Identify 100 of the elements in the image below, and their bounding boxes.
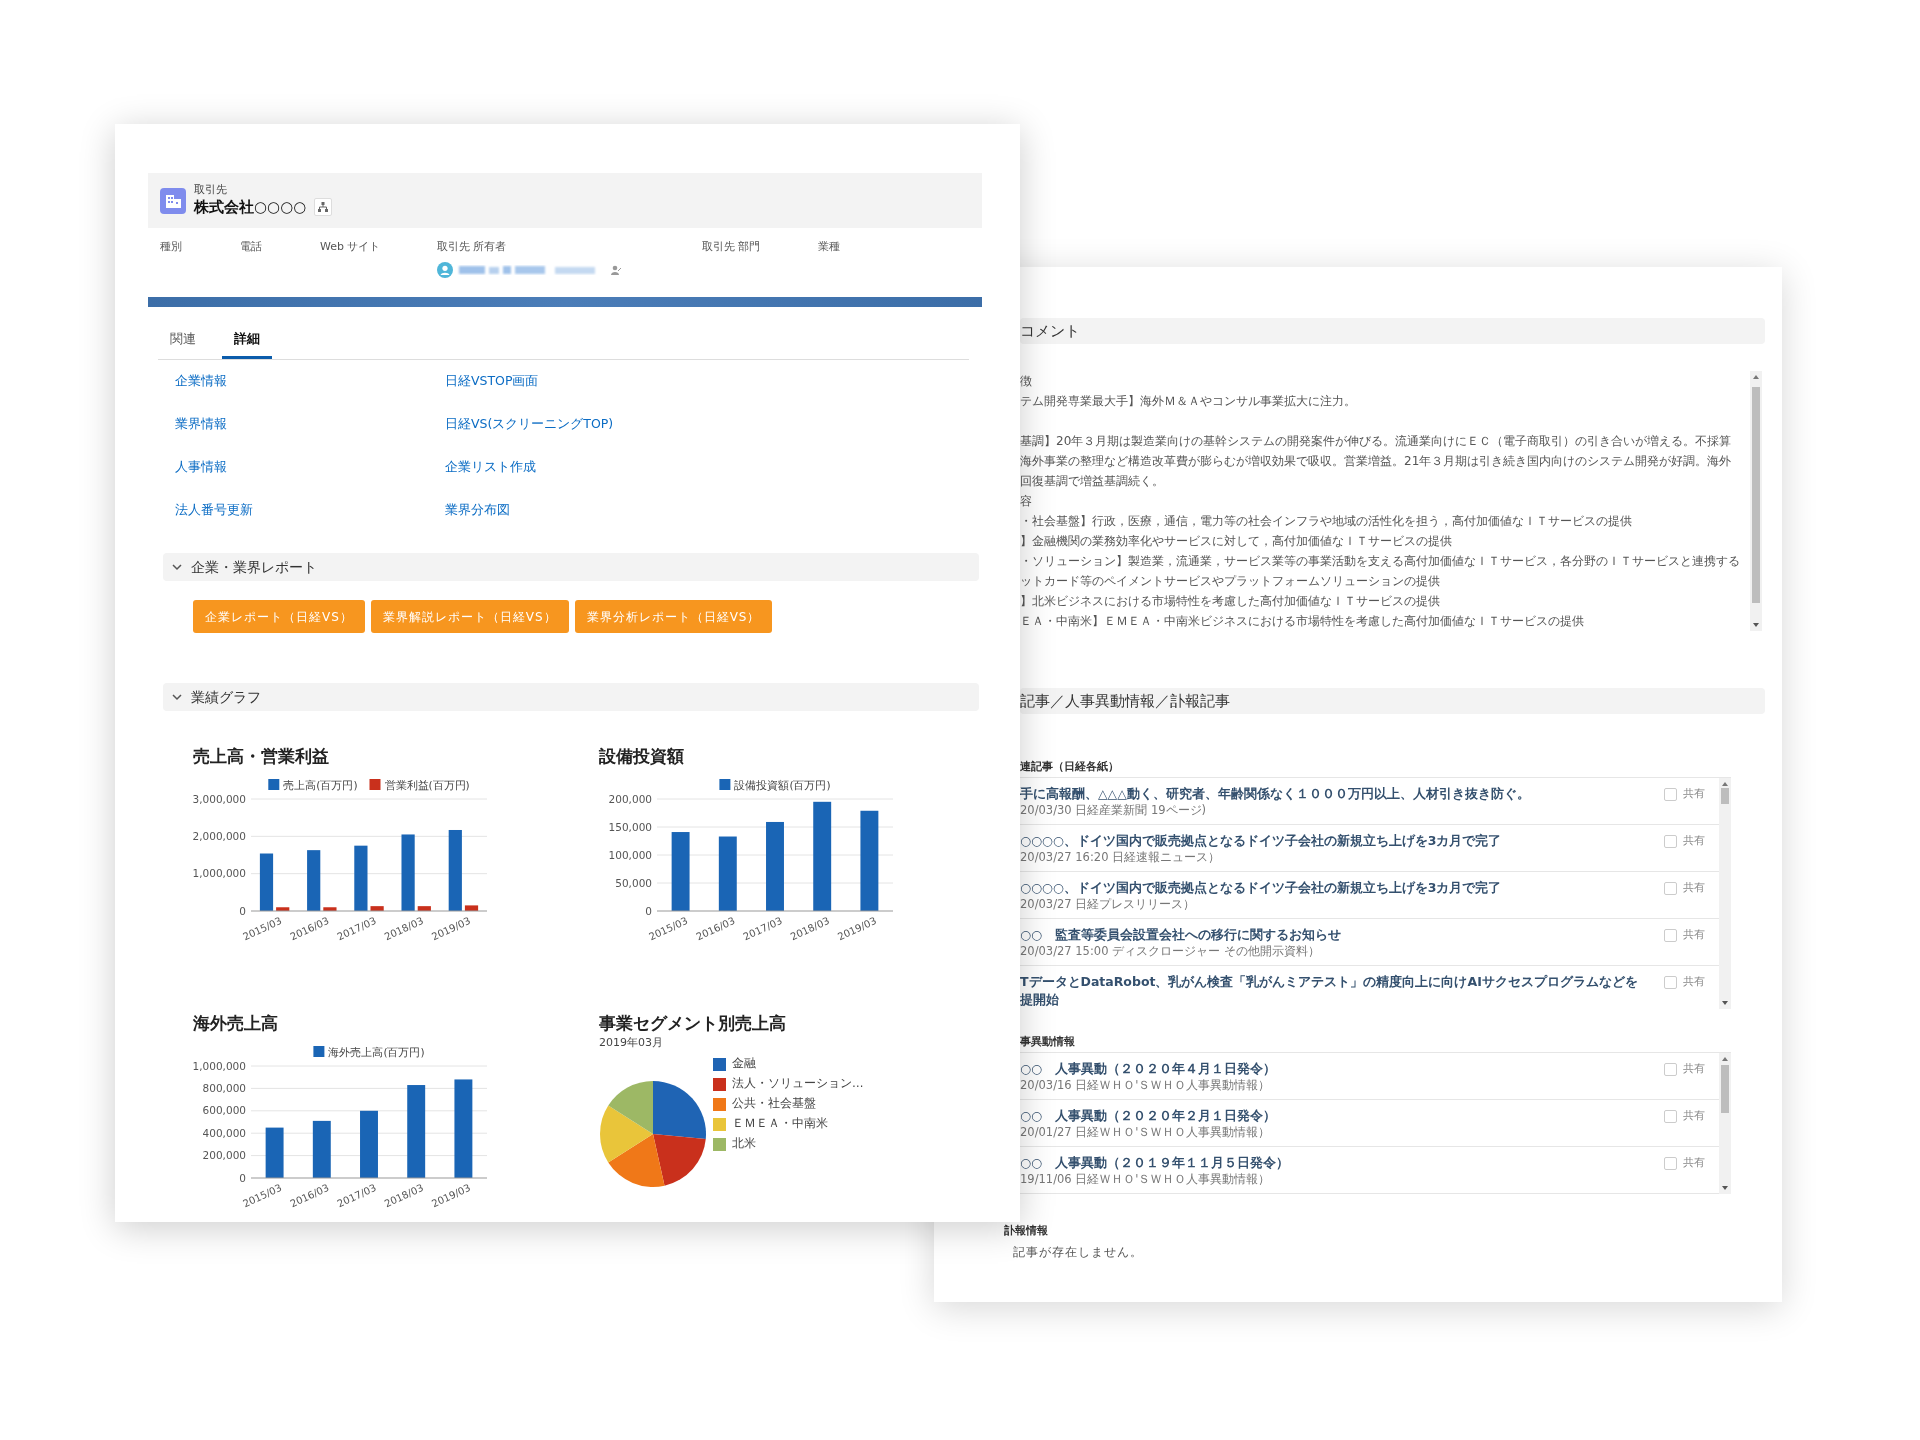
legend-label: 金融: [732, 1055, 756, 1073]
axis-label: 1,000,000: [193, 1059, 246, 1072]
article-link[interactable]: ○○ 人事異動（２０２０年２月１日発令）: [1020, 1107, 1650, 1125]
article-link[interactable]: ○○○○、ドイツ国内で販売拠点となるドイツ子会社の新規立ち上げを3カ月で完了: [1020, 879, 1650, 897]
comment-line: 基調】20年３月期は製造業向けの基幹システムの開発案件が伸びる。流通業向けにＥＣ（電子商取引）の引き合いが増える。不採算: [1020, 433, 1733, 450]
page-link[interactable]: 企業情報: [175, 372, 227, 391]
checkbox-label: 共有: [1683, 1107, 1705, 1124]
checkbox[interactable]: [1664, 881, 1677, 895]
page-link[interactable]: 人事情報: [175, 458, 227, 477]
comment-line: ・社会基盤】行政，医療，通信，電力等の社会インフラや地域の活性化を担う，高付加価値なＩＴサービスの提供: [1020, 513, 1633, 530]
hierarchy-button[interactable]: [314, 198, 333, 216]
checkbox[interactable]: [1664, 834, 1677, 848]
field-label: 電話: [240, 240, 263, 254]
chart-title: 事業セグメント別売上高: [599, 1012, 787, 1035]
bar: [323, 907, 337, 911]
bar: [312, 1120, 331, 1178]
axis-label: 0: [645, 904, 652, 917]
axis-label: 150,000: [608, 820, 652, 833]
comment-line: 徴: [1020, 373, 1033, 390]
bar: [265, 1127, 284, 1178]
axis-label: 1,000,000: [193, 867, 246, 880]
axis-label: 0: [239, 1171, 246, 1184]
chart-subtitle: 2019年03月: [599, 1036, 664, 1050]
article-source: 19/11/06 日経ＷＨＯ'ＳＷＨＯ人事異動情報）: [1020, 1172, 1272, 1186]
scrollbar[interactable]: [1719, 778, 1731, 1009]
axis-label: 2,000,000: [193, 829, 246, 842]
checkbox-label: 共有: [1683, 1154, 1705, 1171]
checkbox[interactable]: [1664, 1109, 1677, 1123]
chevron-down-icon: [171, 561, 183, 573]
article-link[interactable]: ○○○○、ドイツ国内で販売拠点となるドイツ子会社の新規立ち上げを3カ月で完了: [1020, 832, 1650, 850]
checkbox-label: 共有: [1683, 879, 1705, 896]
chart-title: 売上高・営業利益: [193, 745, 330, 768]
legend-label: 公共・社会基盤: [732, 1095, 816, 1113]
checkbox-label: 共有: [1683, 785, 1705, 802]
legend-label: 法人・ソリューション…: [732, 1075, 864, 1093]
scrollbar[interactable]: [1750, 371, 1762, 631]
page-link[interactable]: 業界情報: [175, 415, 227, 434]
page-link[interactable]: 日経VSTOP画面: [445, 372, 539, 391]
checkbox[interactable]: [1664, 928, 1677, 942]
comment-line: 】金融機関の業務効率化やサービスに対して，高付加価値なＩＴサービスの提供: [1020, 533, 1453, 550]
comment-line: 海外事業の整理など構造改革費が膨らむが増収効果で吸収。営業増益。21年３月期は引き続き国内向けのシステム開発が好調。海外: [1020, 453, 1733, 470]
comment-line: 】北米ビジネスにおける市場特性を考慮した高付加価値なＩＴサービスの提供: [1020, 593, 1441, 610]
legend-label: 北米: [732, 1135, 756, 1153]
section-header[interactable]: 業績グラフ: [163, 683, 979, 711]
article-link[interactable]: TデータとDataRobot、乳がん検査「乳がんミアテスト」の精度向上に向けAIサクセスプログラムなどを提開始: [1020, 973, 1650, 1009]
axis-label: 0: [239, 904, 246, 917]
checkbox[interactable]: [1664, 1062, 1677, 1076]
checkbox-label: 共有: [1683, 1060, 1705, 1077]
scrollbar[interactable]: [1719, 1053, 1731, 1194]
bar: [370, 906, 384, 911]
checkbox[interactable]: [1664, 787, 1677, 801]
legend-label: 売上高(百万円): [283, 779, 358, 791]
user-avatar-icon: [437, 262, 453, 278]
comment-line: 回復基調で増益基調続く。: [1020, 473, 1165, 490]
bar: [360, 1110, 378, 1178]
empty-message: 記事が存在しません。: [1012, 1244, 1144, 1261]
field-label: 取引先 所有者: [437, 240, 508, 254]
comment-line: ットカード等のペイメントサービスやプラットフォームソリューションの提供: [1020, 573, 1441, 590]
page-link[interactable]: 業界分布図: [445, 501, 510, 520]
group-heading: 事異動情報: [1020, 1035, 1076, 1049]
tab[interactable]: 関連: [158, 319, 208, 359]
page-link[interactable]: 法人番号更新: [175, 501, 253, 520]
tab[interactable]: 詳細: [222, 319, 272, 359]
page-link[interactable]: 企業リスト作成: [445, 458, 536, 477]
article-source: 20/03/30 日経産業新聞 19ページ): [1020, 803, 1208, 817]
article-link[interactable]: 手に高報酬、△△△動く、研究者、年齢関係なく１０００万円以上、人材引き抜き防ぐ。: [1020, 785, 1650, 803]
checkbox-label: 共有: [1683, 832, 1705, 849]
axis-label: 3,000,000: [193, 792, 246, 805]
object-type-label: 取引先: [194, 182, 228, 196]
legend-label: 設備投資額(百万円): [734, 779, 831, 791]
article-source: 20/03/16 日経ＷＨＯ'ＳＷＨＯ人事異動情報）: [1020, 1078, 1272, 1092]
page-link[interactable]: 日経VS(スクリーニングTOP): [445, 415, 614, 434]
bar: [464, 905, 479, 911]
hierarchy-icon: [318, 202, 329, 212]
field-label: 業種: [818, 240, 841, 254]
checkbox[interactable]: [1664, 1156, 1677, 1170]
section-header[interactable]: 企業・業界レポート: [163, 553, 979, 581]
bar: [417, 906, 431, 911]
article-link[interactable]: ○○ 人事異動（２０２０年４月１日発令）: [1020, 1060, 1650, 1078]
bar: [354, 845, 368, 911]
record-name: 株式会社○○○○: [194, 196, 307, 218]
axis-label: 200,000: [202, 1149, 246, 1162]
chevron-down-icon: [171, 691, 183, 703]
axis-label: 800,000: [202, 1081, 246, 1094]
chart-title: 設備投資額: [599, 745, 685, 768]
legend-label: 海外売上高(百万円): [328, 1046, 425, 1058]
comment-line: ・ソリューション】製造業，流通業，サービス業等の事業活動を支える高付加価値なＩＴサービス，各分野のＩＴサービスと連携する: [1020, 553, 1741, 570]
field-label: 種別: [160, 240, 183, 254]
article-source: 20/03/27 16:20 日経速報ニュース）: [1020, 850, 1222, 864]
article-link[interactable]: ○○ 監査等委員会設置会社への移行に関するお知らせ: [1020, 926, 1650, 944]
bar: [276, 907, 290, 911]
article-link[interactable]: ○○ 人事異動（２０１９年１１月５日発令）: [1020, 1154, 1650, 1172]
axis-label: 600,000: [202, 1104, 246, 1117]
person-icon: [611, 264, 621, 276]
axis-label: 100,000: [608, 848, 652, 861]
bar: [259, 853, 274, 911]
building-icon: [160, 187, 186, 214]
axis-label: 200,000: [608, 792, 652, 805]
checkbox[interactable]: [1664, 975, 1677, 989]
bar: [307, 850, 321, 911]
